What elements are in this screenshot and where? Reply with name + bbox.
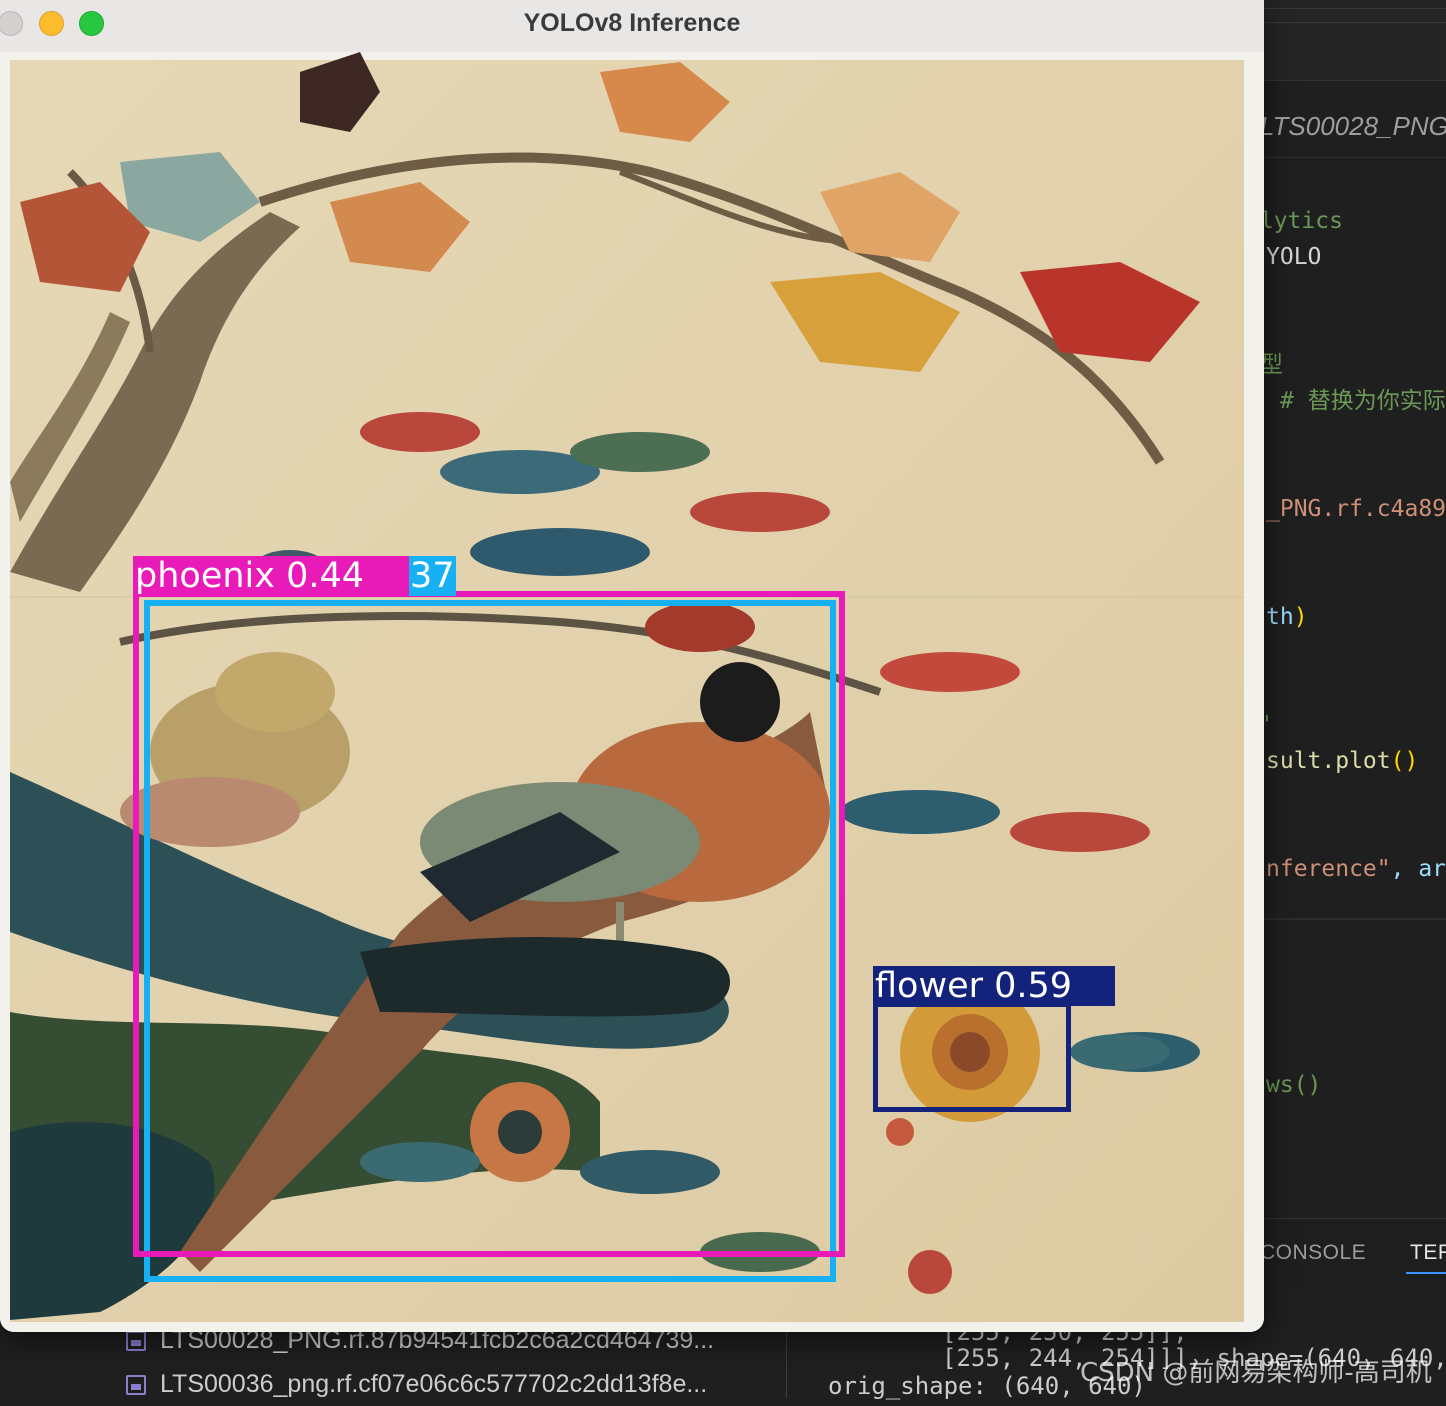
code-line: ws() xyxy=(1246,1070,1446,1100)
code-token: _PNG.rf.c4a89 xyxy=(1266,496,1446,522)
detection-label-phoenix: phoenix 0.44 xyxy=(133,556,409,596)
file-name: LTS00036_png.rf.cf07e06c6c577702c2dd13f8… xyxy=(160,1370,708,1398)
code-line: 型 xyxy=(1246,350,1446,380)
detection-label-phoenix-alt-tail: 37 xyxy=(408,556,456,596)
code-token: () xyxy=(1390,748,1419,774)
code-line: # 替换为你实际 xyxy=(1246,386,1446,416)
window-title: YOLOv8 Inference xyxy=(523,9,741,37)
code-token: nference" xyxy=(1266,856,1391,882)
watermark: CSDN @前网易架构师-高司机 xyxy=(1080,1358,1432,1388)
code-token: # 替换为你实际 xyxy=(1280,388,1446,414)
detection-label-flower: flower 0.59 xyxy=(873,966,1115,1006)
code-token: ) xyxy=(1293,604,1308,630)
inference-window: YOLOv8 Inference 37 phoenix 0.44 flower … xyxy=(0,0,1264,1332)
panel-tab-bar: CONSOLE TER xyxy=(1240,1218,1446,1289)
window-titlebar[interactable]: YOLOv8 Inference xyxy=(0,0,1264,53)
code-line: nference", ar xyxy=(1246,854,1446,884)
image-file-icon xyxy=(126,1375,146,1396)
code-line: _PNG.rf.c4a89 xyxy=(1246,494,1446,524)
editor-divider xyxy=(1240,918,1446,920)
detection-box-flower xyxy=(873,1002,1071,1112)
inference-image-canvas: 37 phoenix 0.44 flower 0.59 xyxy=(0,52,1264,1332)
pane-divider xyxy=(786,1330,787,1398)
code-token: sult.plot xyxy=(1266,748,1391,774)
editor-title-area xyxy=(1240,0,1446,81)
code-line: ' xyxy=(1246,710,1446,740)
code-token: , ar xyxy=(1390,856,1446,882)
editor-file-tab[interactable]: LTS00028_PNG.rf.c4a898b7 xyxy=(1240,100,1446,158)
explorer-file-item[interactable]: LTS00036_png.rf.cf07e06c6c577702c2dd13f8… xyxy=(120,1362,790,1406)
image-file-icon xyxy=(126,1331,146,1352)
tab-console[interactable]: CONSOLE xyxy=(1260,1241,1366,1265)
tab-terminal[interactable]: TER xyxy=(1410,1241,1446,1265)
code-line: YOLO xyxy=(1246,242,1446,272)
active-tab-indicator xyxy=(1406,1272,1446,1274)
detection-box-phoenix xyxy=(133,591,845,1257)
code-line: sult.plot() xyxy=(1246,746,1446,776)
code-line: alytics xyxy=(1246,206,1446,236)
code-line: th) xyxy=(1246,602,1446,632)
